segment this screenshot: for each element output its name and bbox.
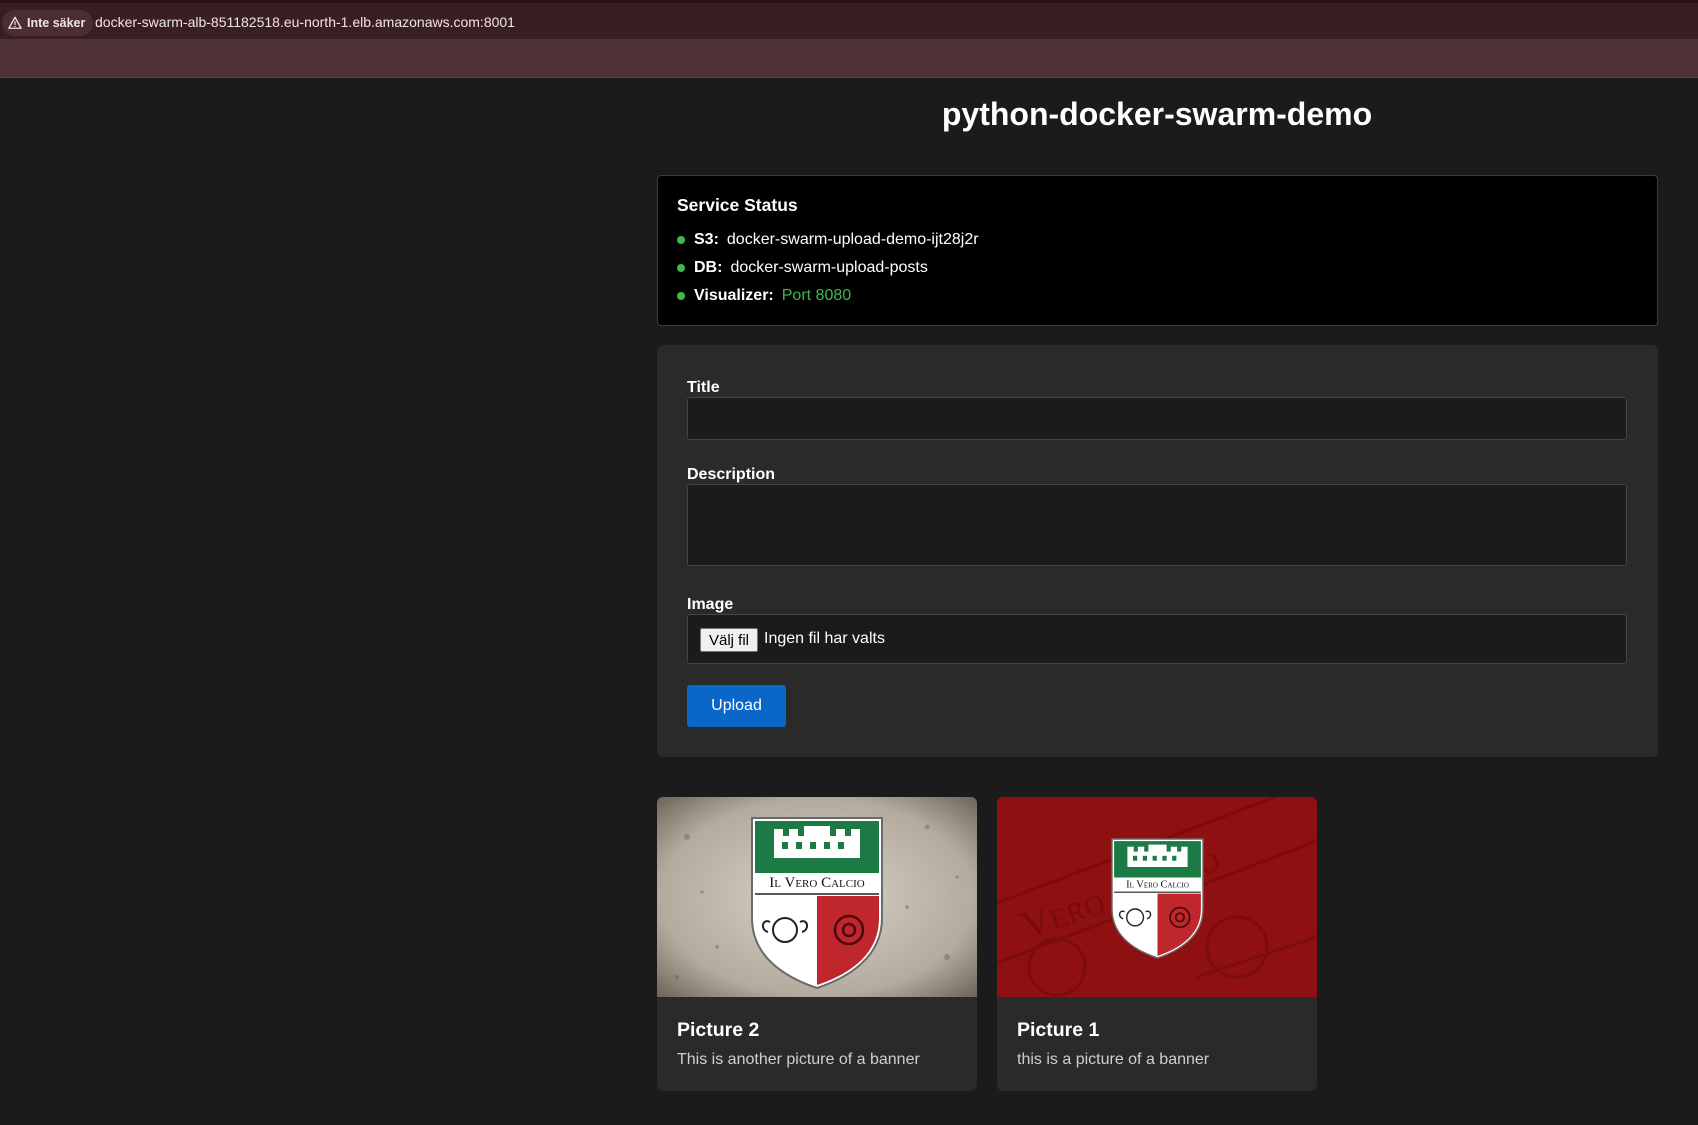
post-image[interactable]: Vero Calcio Il Vero Calcio [997,797,1317,997]
title-input[interactable] [687,397,1627,440]
url-field[interactable]: docker-swarm-alb-851182518.eu-north-1.el… [95,14,515,30]
security-label: Inte säker [27,16,86,30]
description-label: Description [687,466,776,483]
image-label: Image [687,596,734,613]
post-card: Vero Calcio Il Vero Calcio [997,797,1317,1091]
image-file-input: Välj fil Ingen fil har valts [687,614,1627,664]
description-textarea[interactable] [687,484,1627,566]
service-status-card: Service Status S3: docker-swarm-upload-d… [657,175,1658,326]
crest-text: Il Vero Calcio [1126,879,1189,890]
status-label: S3: [694,231,719,248]
security-indicator[interactable]: Inte säker [2,10,94,36]
status-dot-icon [677,236,685,244]
status-label: Visualizer: [694,287,774,304]
service-status-heading: Service Status [677,195,798,215]
crest-logo: Il Vero Calcio [751,817,883,990]
post-description: this is a picture of a banner [1017,1051,1210,1068]
crest-text: Il Vero Calcio [769,875,864,891]
file-status-text: Ingen fil har valts [764,630,885,647]
visualizer-port-link[interactable]: Port 8080 [782,287,851,305]
status-dot-icon [677,264,685,272]
post-image[interactable]: Il Vero Calcio [657,797,977,997]
post-card: Il Vero Calcio Picture 2 This is another… [657,797,977,1091]
status-row-visualizer: Visualizer: Port 8080 [677,282,1638,310]
status-row-s3: S3: docker-swarm-upload-demo-ijt28j2r [677,226,1638,254]
post-description: This is another picture of a banner [677,1051,920,1068]
title-label: Title [687,379,720,396]
browser-address-bar: Inte säker docker-swarm-alb-851182518.eu… [0,0,1698,39]
post-title: Picture 1 [1017,1019,1100,1041]
status-label: DB: [694,259,723,276]
status-row-db: DB: docker-swarm-upload-posts [677,254,1638,282]
bookmark-bar [0,39,1698,78]
warning-icon [8,16,22,29]
status-value: docker-swarm-upload-posts [730,259,928,276]
choose-file-button[interactable]: Välj fil [700,628,759,652]
status-dot-icon [677,292,685,300]
crest-logo: Il Vero Calcio [1111,838,1204,959]
upload-form: Title Description Image Välj fil Ingen f… [657,345,1658,757]
status-value: docker-swarm-upload-demo-ijt28j2r [726,231,979,248]
post-title: Picture 2 [677,1019,760,1041]
upload-button[interactable]: Upload [687,685,786,727]
page-title: python-docker-swarm-demo [941,96,1373,132]
